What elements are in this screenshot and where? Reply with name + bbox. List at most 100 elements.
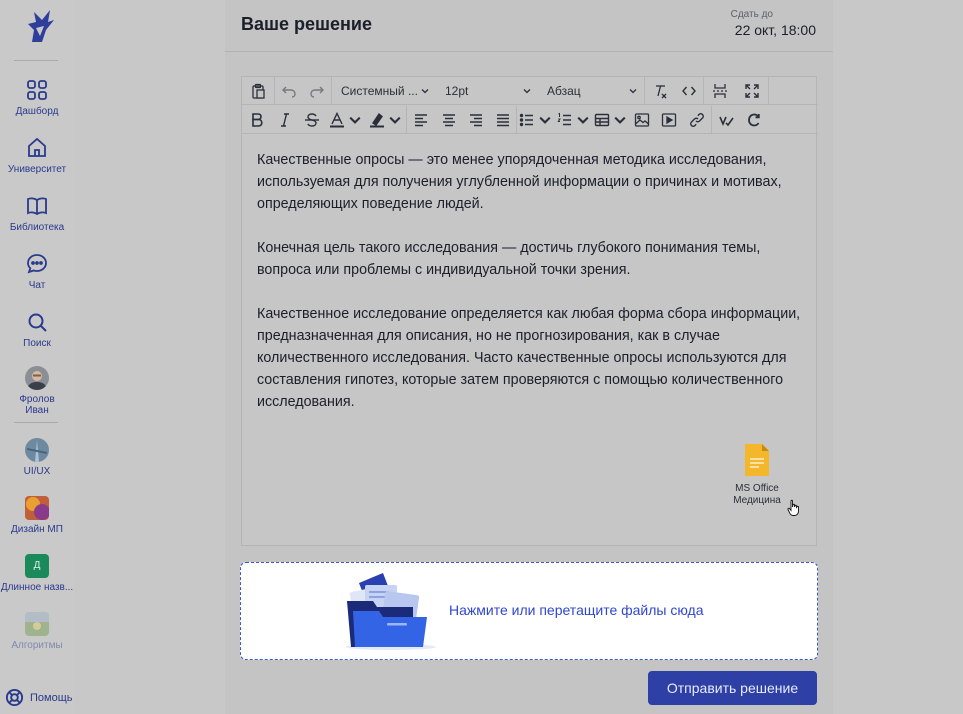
align-left-button[interactable] <box>407 106 435 134</box>
sidebar-course-uiux[interactable]: UI/UX <box>0 438 74 477</box>
attachment-file[interactable]: MS Office Медицина <box>727 443 787 507</box>
help-label: Помощь <box>30 691 73 704</box>
numbered-list-icon <box>557 112 571 125</box>
rich-text-editor: Системный ... 12pt Абзац Качественные оп… <box>241 76 818 546</box>
editor-content[interactable]: Качественные опросы — это менее упорядоч… <box>257 149 802 435</box>
hand-cursor-icon <box>787 499 799 516</box>
insert-media-button[interactable] <box>655 106 683 134</box>
editor-toolbar-row-2 <box>242 105 818 134</box>
main-panel: Ваше решение Сдать до 22 окт, 18:00 Сист… <box>225 0 833 714</box>
page-break-button[interactable] <box>704 77 736 105</box>
sidebar-item-label: Библиотека <box>9 222 65 233</box>
strikethrough-button[interactable] <box>298 106 326 134</box>
sidebar-course-design[interactable]: Дизайн МП <box>0 496 74 535</box>
folder-upload-illustration <box>346 573 436 650</box>
block-format-value: Абзац <box>547 83 581 98</box>
course-icon <box>25 612 49 636</box>
bullet-list-button[interactable] <box>517 106 555 134</box>
sidebar-item-university[interactable]: Университет <box>0 136 74 175</box>
ai-assistant-button[interactable] <box>740 106 768 134</box>
chevron-down-icon <box>614 116 626 124</box>
page-header: Ваше решение Сдать до 22 окт, 18:00 <box>225 0 833 52</box>
paragraph: Конечная цель такого исследования — дост… <box>257 240 761 278</box>
text-color-button[interactable] <box>326 106 366 134</box>
course-icon: Д <box>25 554 49 578</box>
sidebar-course-algorithms[interactable]: Алгоритмы <box>0 612 74 651</box>
insert-link-button[interactable] <box>683 106 711 134</box>
image-icon <box>634 112 650 127</box>
font-family-value: Системный ... <box>341 83 418 98</box>
redo-button[interactable] <box>303 77 331 105</box>
file-dropzone[interactable]: Нажмите или перетащите файлы сюда <box>240 562 818 660</box>
italic-icon <box>281 112 289 127</box>
table-button[interactable] <box>593 106 629 134</box>
chevron-down-icon <box>629 88 637 93</box>
chevron-down-icon <box>421 88 429 93</box>
sidebar-item-label: Дашборд <box>15 106 59 117</box>
avatar <box>25 366 49 390</box>
font-size-select[interactable]: 12pt <box>436 77 538 105</box>
sidebar-course-long[interactable]: Д Длинное назв... <box>0 554 74 593</box>
align-center-button[interactable] <box>435 106 462 134</box>
course-icon <box>25 438 49 462</box>
page-break-icon <box>713 83 727 98</box>
highlight-color-button[interactable] <box>366 106 406 134</box>
font-family-select[interactable]: Системный ... <box>332 77 436 105</box>
sidebar-item-label: Университет <box>7 164 67 175</box>
text-color-icon <box>330 111 344 127</box>
dropzone-text[interactable]: Нажмите или перетащите файлы сюда <box>449 602 704 618</box>
editor-toolbar-row-1: Системный ... 12pt Абзац <box>242 76 818 105</box>
paragraph: Качественное исследование определяется к… <box>257 306 801 410</box>
paste-button[interactable] <box>242 77 274 105</box>
home-icon <box>28 137 46 157</box>
submit-solution-button[interactable]: Отправить решение <box>648 671 817 705</box>
sidebar-item-dashboard[interactable]: Дашборд <box>0 78 74 117</box>
link-icon <box>690 112 704 127</box>
sidebar-item-chat[interactable]: Чат <box>0 252 74 291</box>
undo-button[interactable] <box>275 77 303 105</box>
block-format-select[interactable]: Абзац <box>538 77 644 105</box>
sidebar-item-profile[interactable]: Фролов Иван <box>0 366 74 416</box>
align-center-icon <box>442 113 455 126</box>
sidebar-item-library[interactable]: Библиотека <box>0 194 74 233</box>
insert-image-button[interactable] <box>629 106 655 134</box>
search-icon <box>28 313 47 332</box>
book-icon <box>27 197 47 216</box>
fullscreen-button[interactable] <box>736 77 768 105</box>
sidebar-item-label: Фролов Иван <box>19 394 55 416</box>
undo-icon <box>282 86 296 98</box>
bullet-list-icon <box>519 113 533 126</box>
italic-button[interactable] <box>272 106 298 134</box>
chevron-down-icon <box>539 116 551 124</box>
clipboard-icon <box>252 83 265 99</box>
source-code-button[interactable] <box>675 77 703 105</box>
align-left-icon <box>415 113 427 126</box>
font-size-value: 12pt <box>445 83 469 98</box>
toolbar-separator <box>768 76 769 105</box>
numbered-list-button[interactable] <box>555 106 593 134</box>
spellcheck-button[interactable] <box>712 106 740 134</box>
clear-format-icon <box>656 84 667 98</box>
clear-formatting-button[interactable] <box>645 77 675 105</box>
course-icon <box>25 496 49 520</box>
chevron-down-icon <box>523 88 531 93</box>
attachment-name-line2: Медицина <box>733 495 781 506</box>
fullscreen-icon <box>745 83 759 98</box>
align-right-button[interactable] <box>462 106 489 134</box>
help-link[interactable]: Помощь <box>5 688 73 707</box>
sidebar-divider <box>14 60 58 61</box>
course-label: Дизайн МП <box>11 524 63 535</box>
align-justify-icon <box>496 113 509 126</box>
sidebar-item-search[interactable]: Поиск <box>0 310 74 349</box>
due-date: 22 окт, 18:00 <box>734 22 816 38</box>
chevron-down-icon <box>349 116 361 124</box>
chevron-down-icon <box>577 116 589 124</box>
bold-button[interactable] <box>242 106 272 134</box>
sidebar: Дашборд Университет Библиотека Чат Поиск <box>0 0 74 714</box>
due-label: Сдать до <box>730 9 773 20</box>
course-label: Длинное назв... <box>0 582 74 593</box>
logo-icon[interactable] <box>22 8 56 44</box>
highlighter-icon <box>370 112 384 127</box>
attachment-name-line1: MS Office <box>735 483 779 494</box>
align-justify-button[interactable] <box>489 106 516 134</box>
